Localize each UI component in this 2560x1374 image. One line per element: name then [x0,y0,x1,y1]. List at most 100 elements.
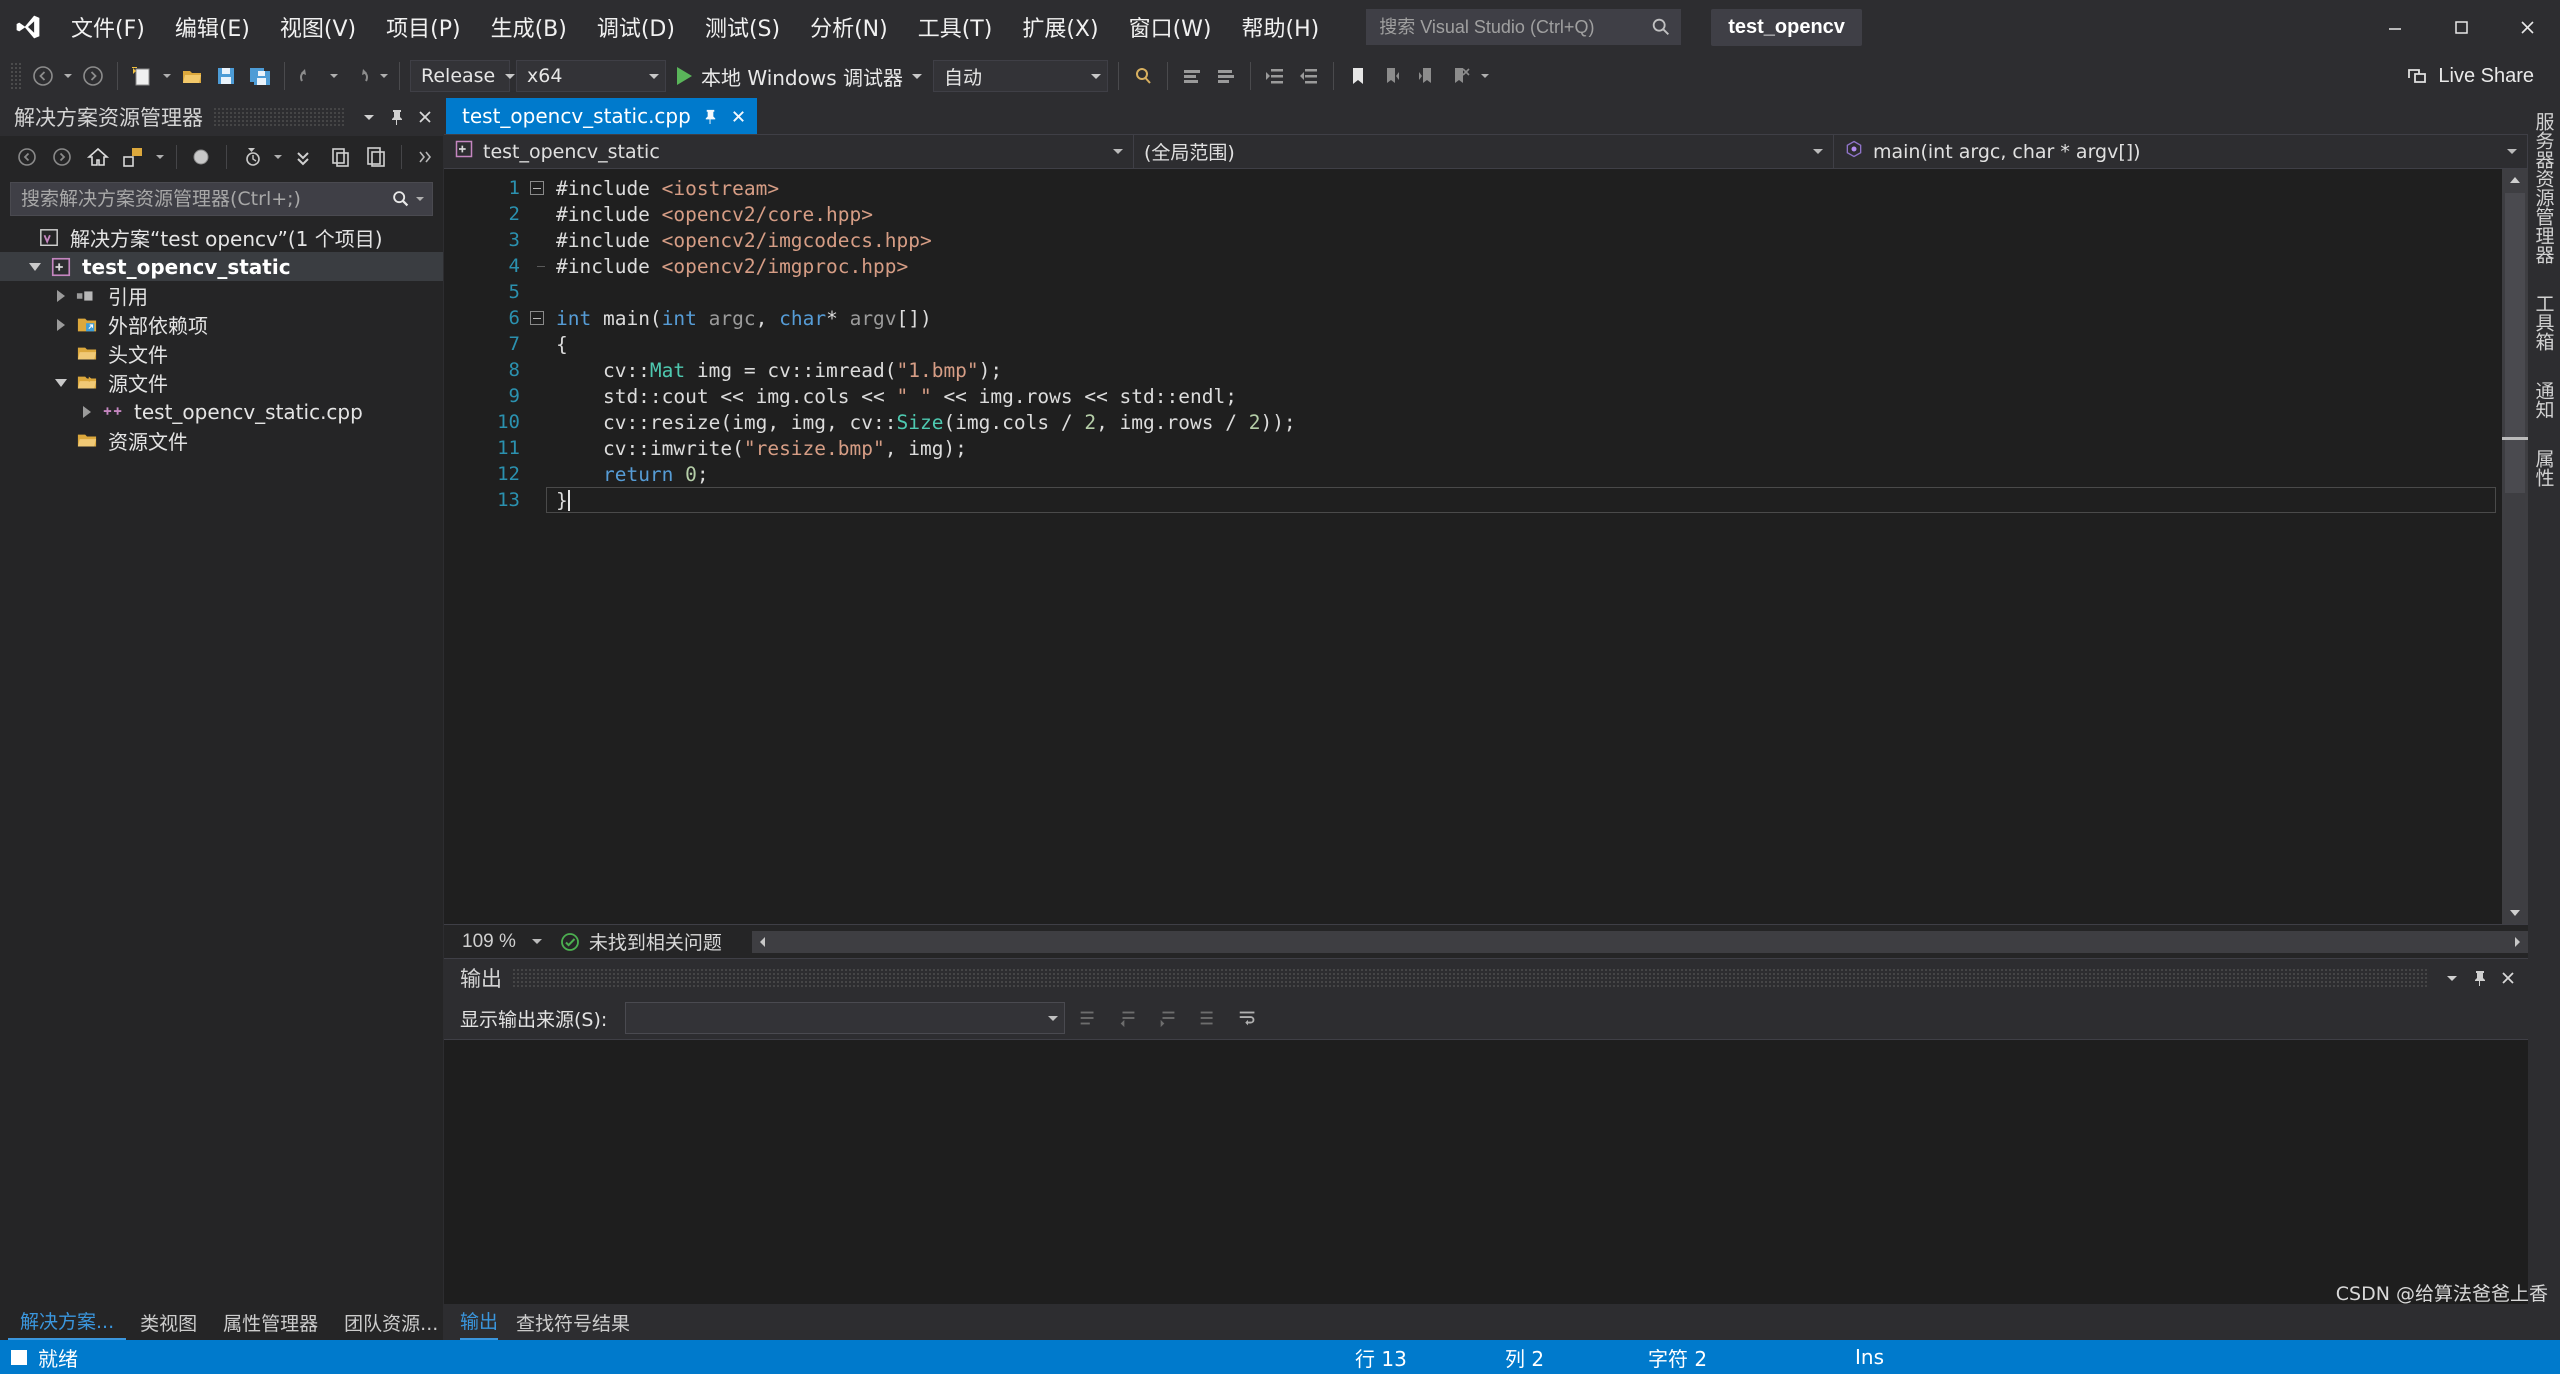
editor-horizontal-scrollbar[interactable] [751,930,2528,953]
redo-button[interactable] [342,59,376,93]
output-content[interactable] [444,1039,2528,1304]
document-tab-active[interactable]: test_opencv_static.cpp [446,98,757,134]
se-preview-button[interactable] [359,140,392,174]
quick-launch-search[interactable] [1366,9,1682,45]
panel-close-button[interactable] [411,103,439,131]
toolbar-grip[interactable] [10,62,22,90]
redo-dropdown[interactable] [376,59,392,93]
pin-icon[interactable] [702,108,719,125]
rail-toolbox[interactable]: 工具箱 [2531,294,2558,351]
new-project-dropdown[interactable] [159,59,175,93]
zoom-level-combo[interactable]: 109 % [462,931,542,953]
undo-button[interactable] [292,59,326,93]
tree-item-project[interactable]: test_opencv_static [0,252,443,281]
toolbar-overflow-button[interactable] [1477,59,1493,93]
menu-analyze[interactable]: 分析(N) [795,0,903,54]
output-pin-button[interactable] [2466,964,2494,992]
twisty-expanded[interactable] [22,263,48,271]
next-bookmark-button[interactable] [1409,59,1443,93]
error-list-status[interactable]: 未找到相关问题 [560,928,722,955]
navigate-back-dropdown[interactable] [60,59,76,93]
twisty-collapsed[interactable] [74,406,100,418]
nav-project-combo[interactable]: test_opencv_static [444,135,1134,168]
rail-server-explorer[interactable]: 服务器资源管理器 [2531,112,2558,264]
nav-scope-combo[interactable]: (全局范围) [1134,135,1834,168]
bookmark-button[interactable] [1341,59,1375,93]
code-line[interactable]: 3 #include <opencv2/imgcodecs.hpp> [468,227,2502,253]
tab-team-explorer[interactable]: 团队资源... [332,1305,450,1340]
code-line[interactable]: 2 #include <opencv2/core.hpp> [468,201,2502,227]
tree-item-references[interactable]: 引用 [0,281,443,310]
se-sync-button[interactable] [116,140,149,174]
close-window-button[interactable] [2494,0,2560,54]
minimize-button[interactable] [2362,0,2428,54]
fold-toggle[interactable] [524,181,550,195]
rail-properties[interactable]: 属性 [2531,449,2558,487]
panel-drag-dots[interactable] [213,107,345,127]
tree-item-source-files[interactable]: 源文件 [0,368,443,397]
comment-button[interactable] [1175,59,1209,93]
tree-item-cpp-file[interactable]: test_opencv_static.cpp [0,397,443,426]
menu-help[interactable]: 帮助(H) [1226,0,1334,54]
code-line[interactable]: 4 #include <opencv2/imgproc.hpp> [468,253,2502,279]
code-line[interactable]: 7 { [468,331,2502,357]
solution-explorer-search[interactable] [10,182,433,216]
code-area[interactable]: 1 #include <iostream> 2 #include <opencv… [444,169,2528,924]
code-line[interactable]: 9 std::cout << img.cols << " " << img.ro… [468,383,2502,409]
output-source-combo[interactable] [625,1002,1066,1034]
code-line[interactable]: 5 [468,279,2502,305]
editor-vertical-scrollbar[interactable] [2502,169,2528,924]
menu-window[interactable]: 窗口(W) [1114,0,1227,54]
save-all-button[interactable] [243,59,277,93]
scroll-up-arrow[interactable] [2502,169,2528,191]
se-sync-dropdown[interactable] [152,140,168,174]
menu-extensions[interactable]: 扩展(X) [1007,0,1113,54]
search-options-dropdown[interactable] [412,182,428,216]
breakpoint-gutter[interactable] [444,169,468,924]
se-refresh-button[interactable] [185,140,218,174]
code-line[interactable]: 6 int main(int argc, char* argv[]) [468,305,2502,331]
new-project-button[interactable] [125,59,159,93]
platform-combo[interactable]: x64 [516,60,666,92]
menu-edit[interactable]: 编辑(E) [160,0,265,54]
tab-output[interactable]: 输出 [460,1307,499,1340]
code-line[interactable]: 1 #include <iostream> [468,175,2502,201]
go-to-next-button[interactable] [1151,1001,1185,1035]
menu-build[interactable]: 生成(B) [476,0,582,54]
outdent-button[interactable] [1292,59,1326,93]
indent-button[interactable] [1258,59,1292,93]
chevron-down-icon[interactable] [912,74,922,79]
menu-tools[interactable]: 工具(T) [903,0,1008,54]
search-input[interactable] [1379,16,1651,38]
rail-notifications[interactable]: 通知 [2531,381,2558,419]
go-to-previous-button[interactable] [1111,1001,1145,1035]
save-button[interactable] [209,59,243,93]
twisty-collapsed[interactable] [48,290,74,302]
tree-item-solution[interactable]: 解决方案“test opencv”(1 个项目) [0,223,443,252]
se-back-button[interactable] [10,140,43,174]
code-line[interactable]: 10 cv::resize(img, img, cv::Size(img.col… [468,409,2502,435]
tab-property-manager[interactable]: 属性管理器 [211,1305,330,1340]
menu-project[interactable]: 项目(P) [371,0,475,54]
twisty-expanded[interactable] [48,379,74,387]
maximize-button[interactable] [2428,0,2494,54]
menu-test[interactable]: 测试(S) [690,0,795,54]
se-show-all-files-button[interactable] [235,140,268,174]
auto-mode-combo[interactable]: 自动 [933,60,1108,92]
menu-view[interactable]: 视图(V) [265,0,371,54]
solution-search-input[interactable] [21,188,390,210]
code-line[interactable]: 8 cv::Mat img = cv::imread("1.bmp"); [468,357,2502,383]
start-debugging-button[interactable]: 本地 Windows 调试器 [669,59,930,93]
se-home-button[interactable] [81,140,114,174]
tab-class-view[interactable]: 类视图 [128,1305,209,1340]
navigate-backward-button[interactable] [26,59,60,93]
se-overflow-button[interactable] [410,140,443,174]
panel-drag-dots[interactable] [512,968,2428,988]
close-icon[interactable] [730,108,747,125]
se-view-button[interactable] [324,140,357,174]
menu-debug[interactable]: 调试(D) [582,0,690,54]
clear-all-button[interactable] [1191,1001,1225,1035]
tab-find-symbol-results[interactable]: 查找符号结果 [516,1309,630,1340]
open-file-button[interactable] [175,59,209,93]
tab-solution-explorer[interactable]: 解决方案... [8,1303,127,1340]
